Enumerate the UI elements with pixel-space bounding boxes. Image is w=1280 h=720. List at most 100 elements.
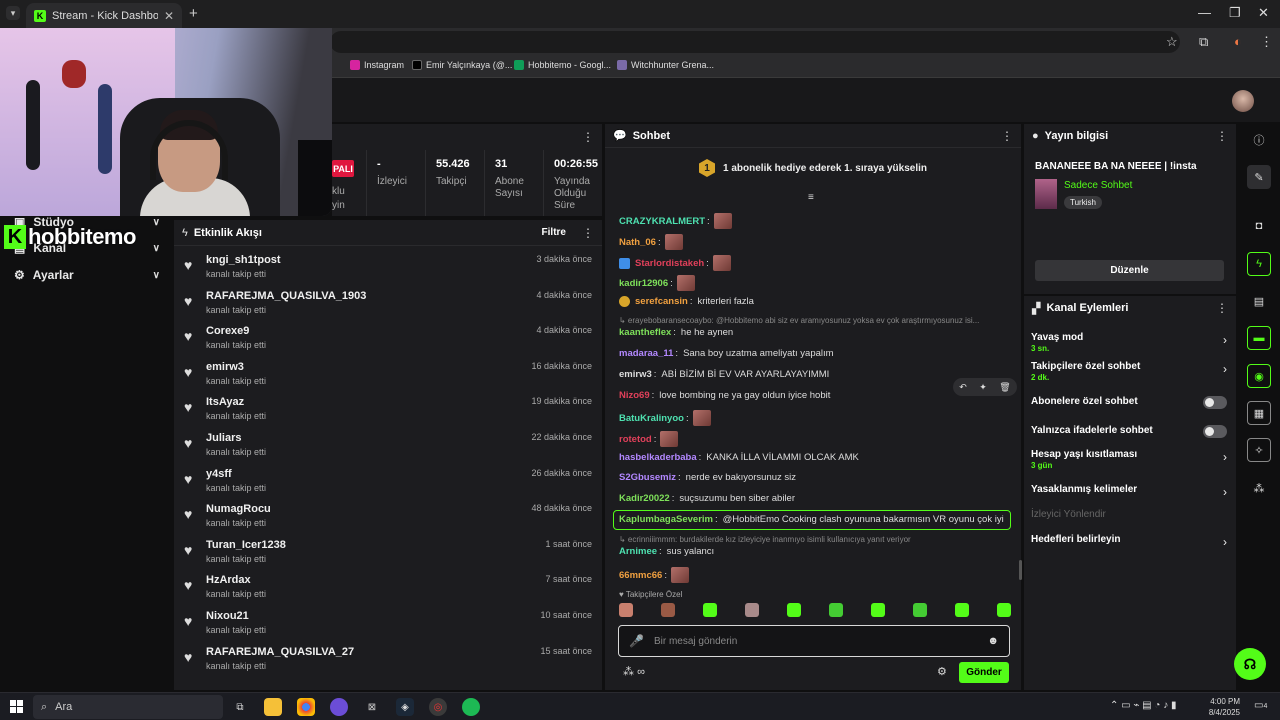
chat-username[interactable]: serefcansin [635, 296, 688, 307]
chat-message[interactable]: CRAZYKRALMERT: [619, 213, 732, 229]
chat-message[interactable]: hasbelkaderbaba: KANKA İLLA VİLAMMI OLCAK… [619, 452, 859, 463]
tab-close-icon[interactable]: ✕ [164, 9, 174, 23]
taskbar-clock[interactable]: 4:00 PM 8/4/2025 [1204, 696, 1240, 718]
emote-icon[interactable] [871, 603, 885, 617]
infinity-icon[interactable]: ∞ [637, 666, 645, 678]
delete-icon[interactable]: 🗑 [999, 382, 1010, 393]
chat-username[interactable]: S2Gbusemiz [619, 472, 676, 483]
emote-icon[interactable] [787, 603, 801, 617]
chat-message[interactable]: Nath_06: [619, 234, 683, 250]
chat-message[interactable]: serefcansin: kriterleri fazla [619, 296, 754, 307]
chat-message[interactable]: Starlordistakeh: [619, 255, 731, 271]
stats-menu-icon[interactable]: ⋮ [582, 130, 594, 144]
send-button[interactable]: Gönder [959, 662, 1009, 683]
bookmark-star-icon[interactable]: ☆ [1166, 34, 1178, 50]
slow-mode-action[interactable]: Yavaş mod 3 sn. › [1031, 332, 1227, 353]
emote-icon[interactable] [955, 603, 969, 617]
task-view-icon[interactable]: ⧉ [231, 698, 249, 716]
pin-icon[interactable]: ✦ [979, 382, 987, 393]
chat-menu-icon[interactable]: ⋮ [1001, 129, 1013, 143]
points-icon[interactable]: ⁂ [623, 666, 634, 678]
reply-icon[interactable]: ↶ [959, 382, 967, 393]
chat-scrollbar[interactable] [1019, 560, 1022, 580]
chat-icon[interactable]: ▬ [1247, 326, 1271, 350]
chat-message[interactable]: rotetod: [619, 431, 679, 447]
obs-icon[interactable]: ◎ [429, 698, 447, 716]
chat-message[interactable]: madaraa_11: Sana boy uzatma ameliyatı yap… [619, 348, 834, 359]
emote-icon[interactable] [703, 603, 717, 617]
chat-message[interactable]: 66mmc66: [619, 567, 689, 583]
chat-username[interactable]: Arnimee [619, 546, 657, 557]
taskbar-search[interactable]: ⌕ Ara [33, 695, 223, 719]
emote-only-toggle[interactable] [1203, 425, 1227, 438]
avatar[interactable] [1232, 90, 1254, 112]
tab-search-icon[interactable]: ▾ [6, 6, 20, 20]
emote-icon[interactable] [997, 603, 1011, 617]
emote-icon[interactable] [829, 603, 843, 617]
extensions-icon[interactable]: ⧉ [1199, 34, 1208, 50]
file-explorer-icon[interactable] [264, 698, 282, 716]
pinned-gift-banner[interactable]: 1 1 abonelik hediye ederek 1. sıraya yük… [605, 148, 1021, 188]
chat-username[interactable]: madaraa_11 [619, 348, 673, 359]
chrome-icon[interactable] [297, 698, 315, 716]
chat-username[interactable]: rotetod [619, 434, 652, 445]
xbox-icon[interactable]: ⊠ [363, 698, 381, 716]
browser-menu-icon[interactable]: ⋮ [1260, 34, 1273, 50]
chat-username[interactable]: BatuKralinyoo [619, 413, 684, 424]
windows-start-icon[interactable] [10, 700, 23, 713]
emote-icon[interactable] [661, 603, 675, 617]
window-close-icon[interactable]: ✕ [1258, 5, 1269, 21]
chat-username[interactable]: Nizo69 [619, 390, 650, 401]
support-headset-icon[interactable]: ☊ [1234, 648, 1266, 680]
flash-icon[interactable]: ϟ [1247, 252, 1271, 276]
notification-icon[interactable]: ▭4 [1254, 700, 1267, 711]
emote-icon[interactable] [913, 603, 927, 617]
chat-username[interactable]: Kadir20022 [619, 493, 670, 504]
chat-username[interactable]: Nath_06 [619, 237, 656, 248]
chat-username[interactable]: CRAZYKRALMERT [619, 216, 705, 227]
activity-menu-icon[interactable]: ⋮ [582, 226, 594, 240]
sidebar-item-settings[interactable]: ⚙ Ayarlar ∨ [14, 268, 160, 282]
tab-kick-dashboard[interactable]: K Stream - Kick Dashboard ✕ [26, 3, 182, 28]
chat-message[interactable]: Nizo69: love bombing ne ya gay oldun iyic… [619, 390, 830, 401]
channel-actions-menu-icon[interactable]: ⋮ [1216, 301, 1228, 315]
bookmark-x[interactable]: Emir Yalçınkaya (@... [412, 60, 512, 70]
new-tab-icon[interactable]: + [189, 5, 198, 22]
camera-icon[interactable]: ◘ [1247, 214, 1271, 238]
chat-message[interactable]: S2Gbusemiz: nerde ev bakıyorsunuz siz [619, 472, 796, 483]
microphone-icon[interactable]: 🎤 [629, 634, 644, 648]
activity-user[interactable]: HzArdax [206, 574, 602, 586]
collapse-pin-icon[interactable]: ≡ [808, 192, 814, 203]
activity-user[interactable]: Turan_Icer1238 [206, 539, 602, 551]
chat-username[interactable]: emirw3 [619, 369, 652, 380]
document-icon[interactable]: ▤ [1247, 289, 1271, 313]
emote-icon[interactable] [619, 603, 633, 617]
followers-only-action[interactable]: Takipçilere özel sohbet 2 dk. › [1031, 361, 1227, 382]
edit-pencil-icon[interactable]: ✎ [1247, 165, 1271, 189]
bookmark-witchhunter[interactable]: Witchhunter Grena... [617, 60, 714, 70]
chat-message[interactable]: kaantheflex: he he aynen [619, 327, 733, 338]
chat-settings-gear-icon[interactable]: ⚙ [937, 665, 947, 678]
restore-icon[interactable]: ❐ [1229, 5, 1241, 21]
banned-words-action[interactable]: Yasaklanmış kelimeler › [1031, 484, 1227, 499]
chat-message[interactable]: kadir12906: [619, 275, 695, 291]
emoji-picker-icon[interactable]: ☻ [987, 635, 999, 647]
apps-icon[interactable]: ⁂ [1247, 476, 1271, 500]
wrench-icon[interactable]: ✧ [1247, 438, 1271, 462]
category-link[interactable]: Sadece Sohbet [1064, 180, 1132, 191]
info-circle-icon[interactable]: ⓘ [1247, 128, 1271, 152]
steam-icon[interactable]: ◈ [396, 698, 414, 716]
omnibox[interactable] [330, 31, 1180, 53]
chat-message[interactable]: BatuKralinyoo: [619, 410, 711, 426]
chat-message[interactable]: Kadir20022: suçsuzumu ben siber abiler [619, 493, 795, 504]
chat-message[interactable]: Arnimee: sus yalancı [619, 546, 714, 557]
stream-info-menu-icon[interactable]: ⋮ [1216, 129, 1228, 143]
subscribers-only-toggle[interactable] [1203, 396, 1227, 409]
chat-input[interactable]: 🎤 Bir mesaj gönderin ☻ [618, 625, 1010, 657]
chat-username[interactable]: kadir12906 [619, 278, 668, 289]
edit-button[interactable]: Düzenle [1035, 260, 1224, 281]
filter-button[interactable]: Filtre [542, 227, 566, 238]
layout-icon[interactable]: ▦ [1247, 401, 1271, 425]
profile-icon[interactable]: ◐ [1234, 34, 1242, 49]
chat-username[interactable]: Starlordistakeh [635, 258, 704, 269]
